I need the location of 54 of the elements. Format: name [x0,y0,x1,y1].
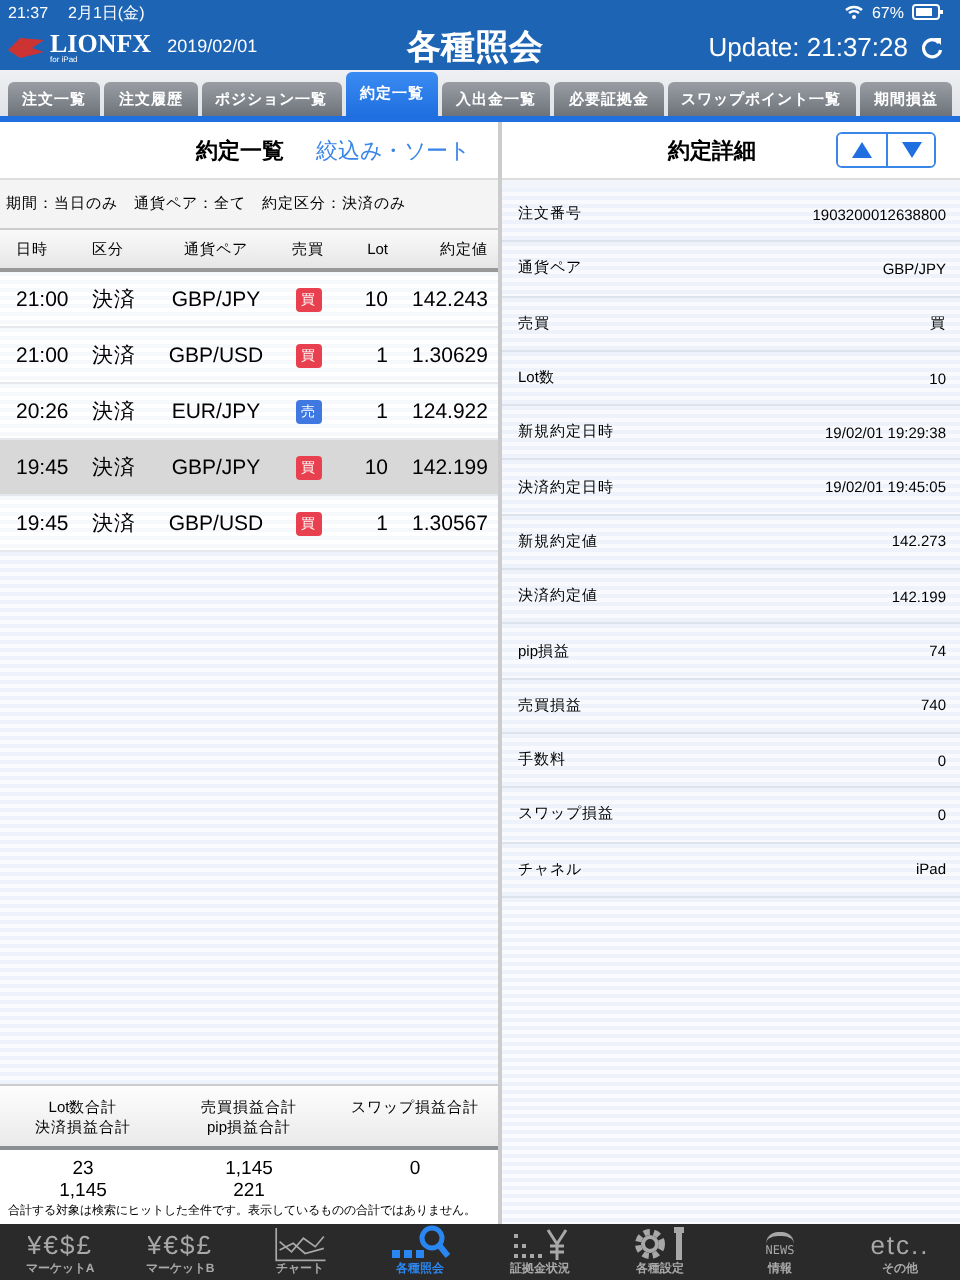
refresh-icon[interactable] [919,35,944,59]
table-cell-text: GBP/USD [166,343,266,367]
search-icon [390,1224,450,1264]
table-cell-text: GBP/JPY [169,287,263,311]
table-cell-text: 21:00 [14,287,71,311]
status-time: 21:37 [8,3,49,21]
battery-icon [912,4,944,20]
table-cell-text: 1.30629 [410,343,490,367]
table-cell-text: 決済 [92,341,138,369]
table-cell-text: 21:00 [14,343,71,367]
table-cell-text: EUR/JPY [169,399,263,423]
summary-value: 1,145 [59,1180,107,1202]
table-cell-text: 決済 [92,453,138,481]
panel-title: 約定詳細 [668,137,756,165]
battery-level: 67% [871,3,904,21]
table-cell-text: 142.199 [410,455,490,479]
page-title: 各種照会 [404,26,545,70]
table-cell-text: GBP/JPY [169,455,263,479]
table-cell-text: 10 [362,287,388,311]
update-time: Update: 21:37:28 [708,32,908,62]
table-cell-text: GBP/USD [166,511,266,535]
filter-sort-link[interactable]: 絞込み・ソート [316,135,470,165]
table-cell-text: 19:45 [14,455,71,479]
summary-value: 221 [233,1180,265,1202]
table-cell-text: 決済 [92,285,138,313]
table-cell-text: 1.30567 [410,511,490,535]
panel-title: 約定一覧 [196,137,284,165]
down-triangle-icon [901,142,921,158]
table-cell-text: 124.922 [410,399,490,423]
currency-symbols-icon: etc.. [870,1229,930,1259]
lion-logo-icon [6,33,46,61]
table-cell-text: 10 [362,455,388,479]
table-cell-text: 1 [374,343,388,367]
up-triangle-icon [852,142,872,158]
dots-yen-icon [510,1224,570,1264]
next-button[interactable] [886,134,934,166]
status-date: 2月1日(金) [68,1,145,23]
summary-value: 23 [72,1158,94,1180]
currency-symbols-icon: ¥€$£ [147,1229,213,1259]
table-cell-text: 決済 [92,509,138,537]
table-cell-text: 決済 [92,397,138,425]
logo-text: LIONFX [50,30,152,56]
table-cell-text: 1 [374,511,388,535]
header-date: 2019/02/01 [167,36,258,56]
table-cell-text: 19:45 [14,511,71,535]
table-cell-text: 142.243 [410,287,490,311]
table-cell-text: 1 [374,399,388,423]
summary-value: 1,145 [225,1158,273,1180]
line-chart-icon [274,1227,326,1261]
currency-symbols-icon: ¥€$£ [27,1229,93,1259]
summary-value: 0 [409,1158,421,1180]
gear-wrench-icon [630,1224,690,1264]
wifi-icon [843,4,864,20]
table-cell-text: 20:26 [14,399,71,423]
